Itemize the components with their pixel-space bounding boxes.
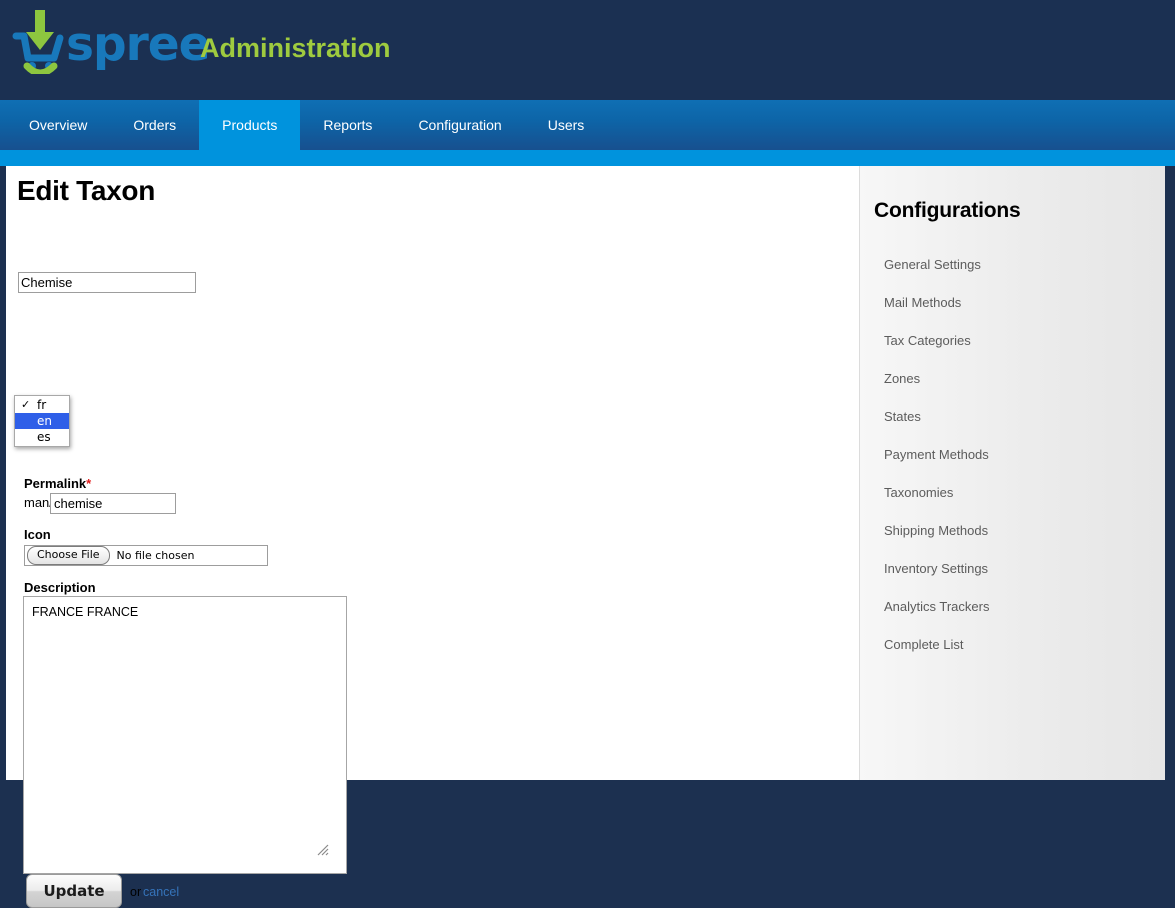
description-label: Description: [24, 580, 96, 595]
language-option-es[interactable]: es: [15, 429, 69, 445]
language-option-fr[interactable]: fr: [15, 397, 69, 413]
permalink-input[interactable]: [50, 493, 176, 514]
language-select-dropdown[interactable]: fr en es: [14, 395, 70, 447]
sidebar-link-list: General Settings Mail Methods Tax Catego…: [860, 246, 1166, 664]
sidebar-item-inventory-settings[interactable]: Inventory Settings: [860, 550, 1166, 588]
cancel-link[interactable]: cancel: [143, 885, 179, 899]
language-option-en[interactable]: en: [15, 413, 69, 429]
nav-tab-list: Overview Orders Products Reports Configu…: [6, 100, 607, 150]
sidebar-item-mail-methods[interactable]: Mail Methods: [860, 284, 1166, 322]
or-separator-label: or: [130, 885, 142, 899]
tab-orders[interactable]: Orders: [110, 100, 199, 150]
main-navigation: Overview Orders Products Reports Configu…: [0, 100, 1175, 150]
sidebar-item-general-settings[interactable]: General Settings: [860, 246, 1166, 284]
sidebar-title: Configurations: [874, 199, 1021, 222]
sidebar-item-analytics-trackers[interactable]: Analytics Trackers: [860, 588, 1166, 626]
tab-products[interactable]: Products: [199, 100, 301, 150]
app-header: spree Administration: [0, 0, 1175, 100]
sidebar-item-taxonomies[interactable]: Taxonomies: [860, 474, 1166, 512]
tab-users[interactable]: Users: [525, 100, 608, 150]
sidebar-item-states[interactable]: States: [860, 398, 1166, 436]
permalink-label-text: Permalink: [24, 476, 87, 491]
page-body: Edit Taxon fr en es Permalink* man/ Icon…: [0, 166, 1175, 908]
nav-accent-bar: [0, 150, 1175, 166]
sidebar-item-tax-categories[interactable]: Tax Categories: [860, 322, 1166, 360]
page-title: Edit Taxon: [17, 175, 156, 206]
brand-name: spree: [66, 17, 211, 72]
update-button[interactable]: Update: [26, 874, 122, 908]
spree-cart-logo-icon: [10, 8, 70, 77]
choose-file-button[interactable]: Choose File: [27, 546, 110, 565]
configurations-sidebar: Configurations General Settings Mail Met…: [859, 166, 1165, 780]
taxon-name-input[interactable]: [18, 272, 196, 293]
icon-label: Icon: [24, 527, 51, 542]
tab-configuration[interactable]: Configuration: [395, 100, 524, 150]
tab-overview[interactable]: Overview: [6, 100, 110, 150]
permalink-label: Permalink*: [24, 476, 91, 491]
sidebar-item-payment-methods[interactable]: Payment Methods: [860, 436, 1166, 474]
admin-label: Administration: [200, 33, 391, 63]
sidebar-item-shipping-methods[interactable]: Shipping Methods: [860, 512, 1166, 550]
sidebar-item-complete-list[interactable]: Complete List: [860, 626, 1166, 664]
icon-file-input[interactable]: Choose File No file chosen: [24, 545, 268, 566]
file-status-text: No file chosen: [116, 549, 195, 562]
permalink-prefix: man/: [24, 495, 53, 510]
description-textarea[interactable]: FRANCE FRANCE: [23, 596, 347, 874]
sidebar-item-zones[interactable]: Zones: [860, 360, 1166, 398]
main-content: Edit Taxon fr en es Permalink* man/ Icon…: [6, 166, 859, 908]
tab-reports[interactable]: Reports: [300, 100, 395, 150]
permalink-required-marker: *: [86, 476, 92, 491]
